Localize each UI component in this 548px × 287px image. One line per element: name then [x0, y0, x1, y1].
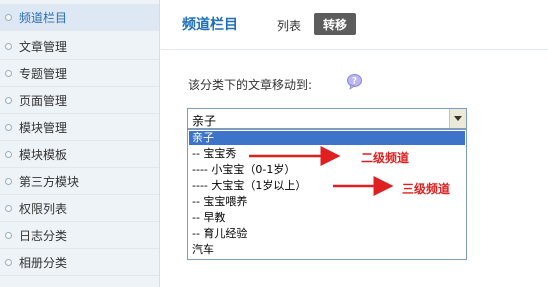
sidebar-item-log-categories[interactable]: 日志分类	[0, 222, 159, 249]
sidebar-item-label: 页面管理	[19, 93, 68, 108]
bullet-icon	[5, 258, 12, 266]
help-bubble-icon[interactable]: ?	[346, 73, 363, 90]
bullet-icon	[5, 96, 12, 104]
sidebar-item-channel-columns[interactable]: 频道栏目	[0, 4, 159, 31]
bullet-icon	[5, 231, 12, 239]
page-title: 频道栏目	[182, 17, 238, 33]
sidebar-item-label: 日志分类	[19, 228, 68, 243]
sidebar-item-label: 权限列表	[19, 201, 68, 216]
bullet-icon	[5, 123, 12, 131]
dropdown-option-parenting-experience[interactable]: -- 育儿经验	[189, 227, 465, 241]
sidebar-item-third-party-modules[interactable]: 第三方模块	[0, 168, 159, 195]
sidebar-item-topics[interactable]: 专题管理	[0, 60, 159, 87]
dropdown-option-baby-feeding[interactable]: -- 宝宝喂养	[189, 195, 465, 209]
bullet-icon	[5, 69, 12, 77]
dropdown-option-infant[interactable]: ---- 小宝宝（0-1岁）	[189, 163, 465, 177]
tab-move[interactable]: 转移	[314, 13, 356, 35]
sidebar-item-label: 专题管理	[19, 66, 68, 81]
bullet-icon	[5, 42, 12, 50]
main-panel: 频道栏目 列表 转移 该分类下的文章移动到: ? 亲子 亲子 -- 宝宝秀 --…	[161, 0, 548, 287]
sidebar-item-album-categories[interactable]: 相册分类	[0, 249, 159, 276]
target-category-select[interactable]: 亲子	[187, 108, 467, 129]
dropdown-option-cars[interactable]: 汽车	[189, 243, 465, 257]
sidebar-item-label: 频道栏目	[19, 10, 68, 25]
dropdown-option-toddler[interactable]: ---- 大宝宝（1岁以上）	[189, 179, 465, 193]
bullet-icon	[5, 150, 12, 158]
sidebar-item-module-templates[interactable]: 模块模板	[0, 141, 159, 168]
sidebar-item-modules[interactable]: 模块管理	[0, 114, 159, 141]
tab-list[interactable]: 列表	[277, 17, 301, 34]
chevron-down-icon[interactable]	[449, 109, 466, 128]
sidebar-item-articles[interactable]: 文章管理	[0, 33, 159, 60]
select-dropdown-list: 亲子 -- 宝宝秀 ---- 小宝宝（0-1岁） ---- 大宝宝（1岁以上） …	[187, 129, 467, 260]
sidebar-item-label: 第三方模块	[19, 174, 80, 189]
bullet-icon	[5, 13, 12, 21]
sidebar-item-label: 相册分类	[19, 255, 68, 270]
bullet-icon	[5, 204, 12, 212]
sidebar-item-pages[interactable]: 页面管理	[0, 87, 159, 114]
sidebar: 频道栏目 文章管理 专题管理 页面管理 模块管理 模块模板 第三方模块 权限列表…	[0, 0, 160, 287]
dropdown-option-baby-show[interactable]: -- 宝宝秀	[189, 147, 465, 161]
tab-bar: 频道栏目 列表 转移	[161, 0, 548, 50]
svg-text:?: ?	[352, 77, 357, 87]
move-target-label: 该分类下的文章移动到:	[188, 78, 313, 92]
sidebar-item-label: 模块管理	[19, 120, 68, 135]
sidebar-item-label: 模块模板	[19, 147, 68, 162]
sidebar-item-label: 文章管理	[19, 39, 68, 54]
dropdown-option-early-education[interactable]: -- 早教	[189, 211, 465, 225]
select-value: 亲子	[192, 114, 217, 128]
bullet-icon	[5, 177, 12, 185]
dropdown-option-parenting[interactable]: 亲子	[189, 131, 465, 145]
sidebar-item-permissions[interactable]: 权限列表	[0, 195, 159, 222]
